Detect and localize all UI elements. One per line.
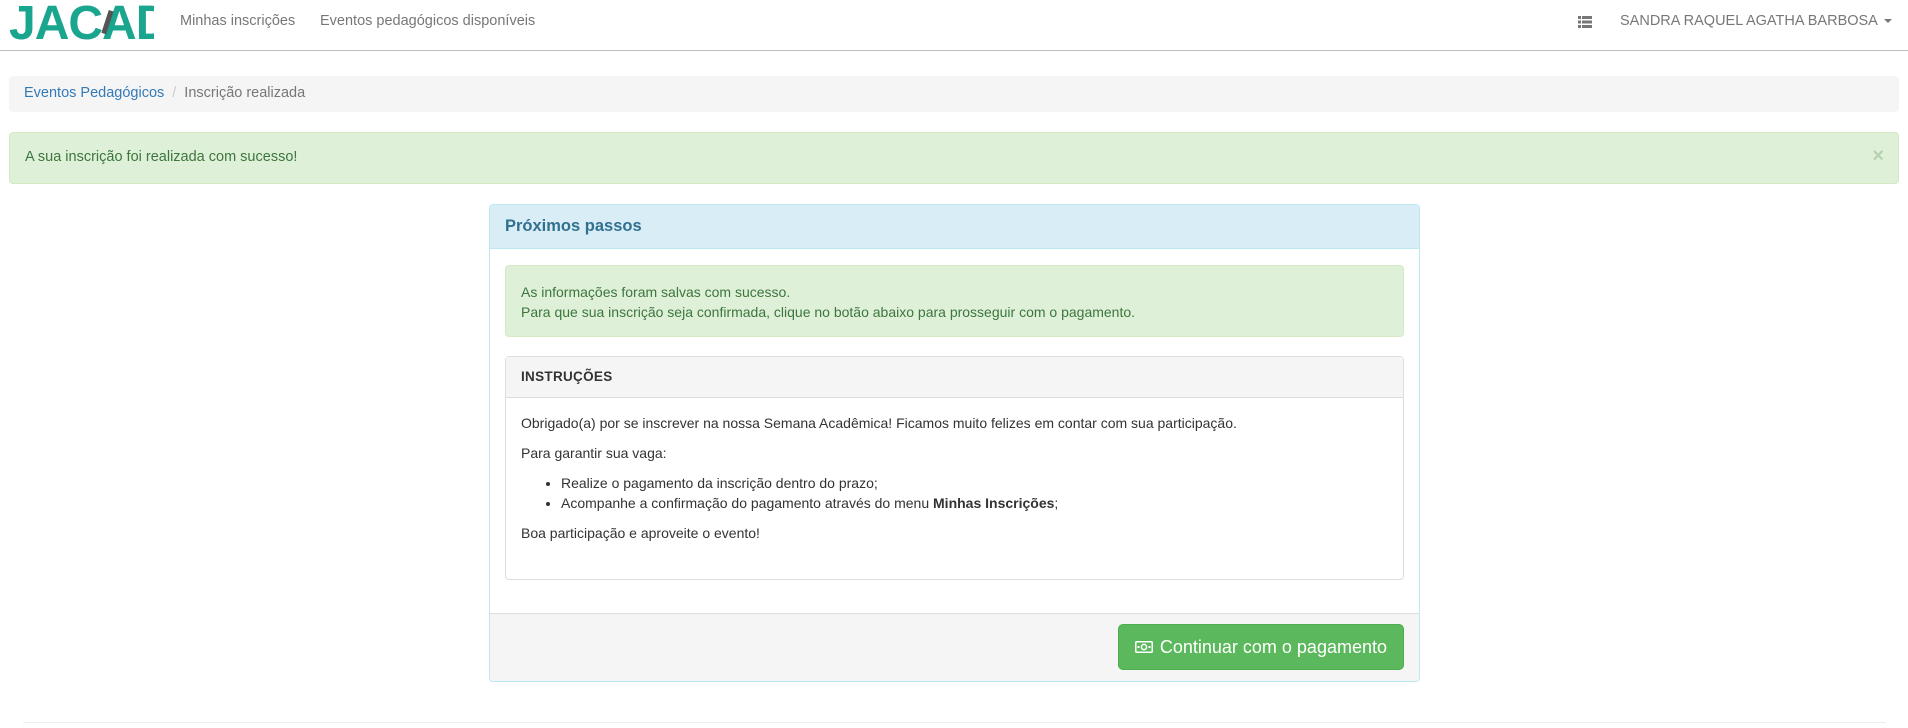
navbar: JACAD Minhas inscrições Eventos pedagógi… — [0, 0, 1908, 51]
instructions-closing: Boa participação e aproveite o evento! — [521, 525, 760, 541]
user-name: SANDRA RAQUEL AGATHA BARBOSA — [1620, 13, 1878, 29]
money-icon — [1134, 641, 1153, 653]
menu-reference: Minhas Inscrições — [933, 495, 1055, 511]
close-icon[interactable]: × — [1872, 146, 1884, 166]
info-saved-alert: As informações foram salvas com sucesso.… — [505, 265, 1404, 337]
panel-title: Próximos passos — [490, 205, 1419, 249]
user-menu[interactable]: SANDRA RAQUEL AGATHA BARBOSA — [1620, 13, 1892, 29]
breadcrumb-separator: / — [172, 85, 177, 101]
continue-payment-button[interactable]: Continuar com o pagamento — [1117, 624, 1404, 670]
breadcrumb-link-eventos[interactable]: Eventos Pedagógicos — [24, 85, 164, 101]
breadcrumb: Eventos Pedagógicos / Inscrição realizada — [9, 76, 1899, 112]
info-payment-line: Para que sua inscrição seja confirmada, … — [521, 304, 1136, 320]
success-alert-message: A sua inscrição foi realizada com sucess… — [25, 149, 298, 165]
success-alert: A sua inscrição foi realizada com sucess… — [9, 132, 1899, 184]
continue-payment-label: Continuar com o pagamento — [1159, 636, 1387, 657]
instructions-title: INSTRUÇÕES — [506, 357, 1403, 398]
list-icon[interactable] — [1578, 16, 1592, 28]
list-item: Acompanhe a confirmação do pagamento atr… — [561, 493, 1388, 513]
next-steps-panel: Próximos passos As informações foram sal… — [489, 204, 1420, 682]
footer-divider — [23, 722, 1886, 723]
caret-down-icon — [1883, 19, 1892, 24]
list-item: Realize o pagamento da inscrição dentro … — [561, 473, 1388, 493]
instructions-intro: Obrigado(a) por se inscrever na nossa Se… — [521, 415, 1237, 431]
item-text: Acompanhe a confirmação do pagamento atr… — [561, 495, 934, 511]
instructions-panel: INSTRUÇÕES Obrigado(a) por se inscrever … — [505, 356, 1404, 580]
instructions-lead: Para garantir sua vaga: — [521, 445, 667, 461]
jacad-logo[interactable]: JACAD — [9, 0, 154, 48]
item-suffix: ; — [1054, 495, 1059, 511]
logo-text: JACAD — [9, 0, 154, 48]
nav-link-minhas-inscricoes[interactable]: Minhas inscrições — [180, 13, 295, 29]
breadcrumb-active: Inscrição realizada — [184, 85, 306, 101]
panel-footer: Continuar com o pagamento — [490, 613, 1419, 681]
instructions-body: Obrigado(a) por se inscrever na nossa Se… — [506, 398, 1403, 568]
jacad-logo-mark: JACAD — [9, 0, 154, 48]
nav-link-eventos-disponiveis[interactable]: Eventos pedagógicos disponíveis — [320, 13, 535, 29]
info-saved-line: As informações foram salvas com sucesso. — [521, 284, 791, 300]
instructions-list: Realize o pagamento da inscrição dentro … — [561, 473, 1388, 513]
